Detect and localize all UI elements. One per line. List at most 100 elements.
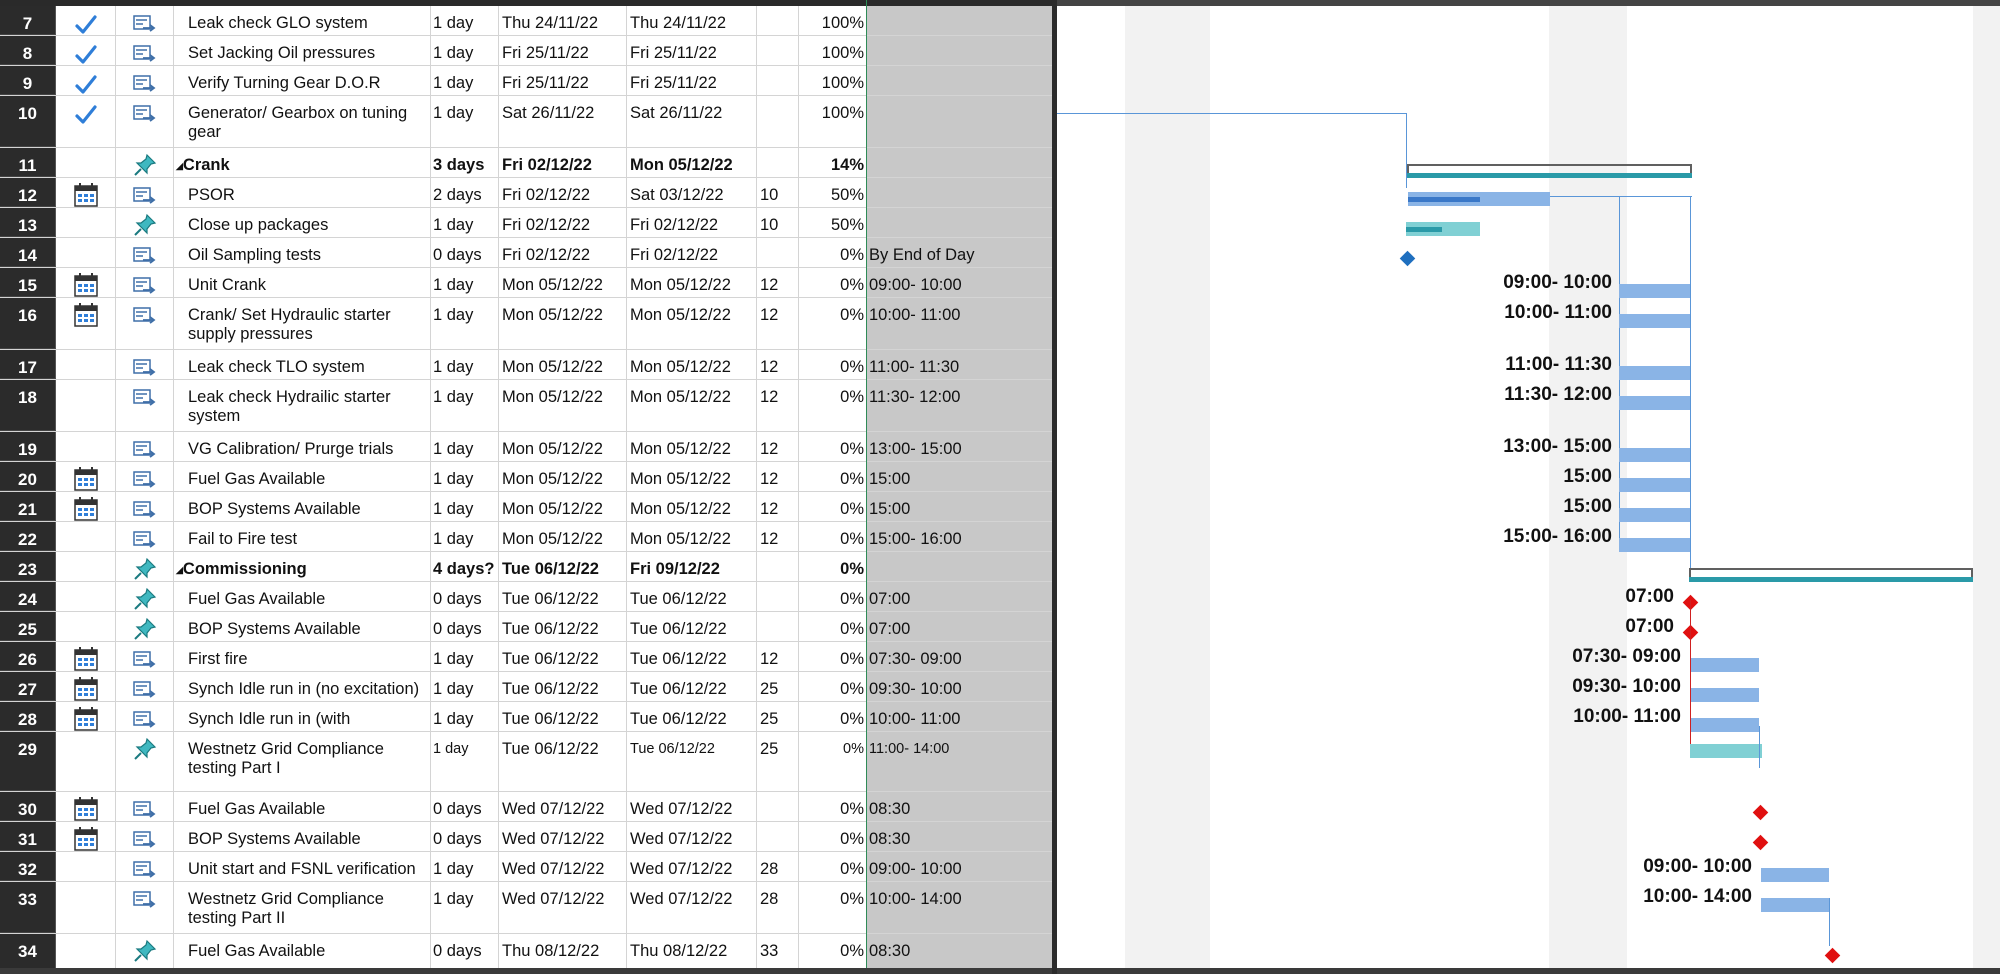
text-cell[interactable] — [867, 6, 1052, 35]
task-mode-cell[interactable] — [116, 148, 174, 177]
duration-cell[interactable]: 1 day — [431, 380, 499, 431]
percent-complete-cell[interactable]: 0% — [799, 380, 867, 431]
percent-complete-cell[interactable]: 0% — [799, 298, 867, 349]
table-row[interactable]: 27 Synch Idle run in (no excitation) 1 day… — [0, 672, 1052, 702]
task-name-cell[interactable]: Crank/ Set Hydraulic starter supply pres… — [174, 298, 431, 349]
duration-cell[interactable]: 4 days? — [431, 552, 499, 581]
start-cell[interactable]: Mon 05/12/22 — [499, 432, 627, 461]
row-id-cell[interactable]: 24 — [0, 582, 56, 611]
task-name-cell[interactable]: PSOR — [174, 178, 431, 207]
finish-cell[interactable]: Fri 02/12/22 — [627, 208, 757, 237]
table-row[interactable]: 18 Leak check Hydrailic starter system 1 d… — [0, 380, 1052, 432]
percent-complete-cell[interactable]: 0% — [799, 934, 867, 968]
text-cell[interactable] — [867, 96, 1052, 147]
task-mode-cell[interactable] — [116, 672, 174, 701]
start-cell[interactable]: Tue 06/12/22 — [499, 642, 627, 671]
predecessors-cell[interactable] — [757, 238, 799, 267]
predecessors-cell[interactable]: 28 — [757, 852, 799, 881]
duration-cell[interactable]: 1 day — [431, 208, 499, 237]
finish-cell[interactable]: Wed 07/12/22 — [627, 852, 757, 881]
text-cell[interactable]: By End of Day — [867, 238, 1052, 267]
finish-cell[interactable]: Tue 06/12/22 — [627, 612, 757, 641]
task-name-cell[interactable]: Fail to Fire test — [174, 522, 431, 551]
finish-cell[interactable]: Mon 05/12/22 — [627, 432, 757, 461]
percent-complete-cell[interactable]: 0% — [799, 732, 867, 791]
predecessors-cell[interactable]: 12 — [757, 350, 799, 379]
row-id-cell[interactable]: 29 — [0, 732, 56, 791]
predecessors-cell[interactable] — [757, 822, 799, 851]
percent-complete-cell[interactable]: 0% — [799, 702, 867, 731]
table-row[interactable]: 25 BOP Systems Available 0 days Tue 06/12/2… — [0, 612, 1052, 642]
duration-cell[interactable]: 1 day — [431, 732, 499, 791]
predecessors-cell[interactable]: 10 — [757, 208, 799, 237]
task-mode-cell[interactable] — [116, 432, 174, 461]
predecessors-cell[interactable] — [757, 552, 799, 581]
duration-cell[interactable]: 1 day — [431, 672, 499, 701]
finish-cell[interactable]: Mon 05/12/22 — [627, 350, 757, 379]
task-name-cell[interactable]: Fuel Gas Available — [174, 934, 431, 968]
text-cell[interactable]: 09:30- 10:00 — [867, 672, 1052, 701]
predecessors-cell[interactable] — [757, 96, 799, 147]
row-id-cell[interactable]: 15 — [0, 268, 56, 297]
row-id-cell[interactable]: 22 — [0, 522, 56, 551]
task-mode-cell[interactable] — [116, 178, 174, 207]
row-id-cell[interactable]: 21 — [0, 492, 56, 521]
text-cell[interactable] — [867, 66, 1052, 95]
task-mode-cell[interactable] — [116, 522, 174, 551]
task-mode-cell[interactable] — [116, 208, 174, 237]
table-row[interactable]: 20 Fuel Gas Available 1 day Mon 05/12/22 Mon… — [0, 462, 1052, 492]
finish-cell[interactable]: Wed 07/12/22 — [627, 822, 757, 851]
task-mode-cell[interactable] — [116, 882, 174, 933]
table-row[interactable]: 23 ◢Commissioning 4 days? Tue 06/12/22 Fri 0… — [0, 552, 1052, 582]
text-cell[interactable]: 10:00- 11:00 — [867, 298, 1052, 349]
finish-cell[interactable]: Tue 06/12/22 — [627, 672, 757, 701]
text-cell[interactable]: 10:00- 14:00 — [867, 882, 1052, 933]
predecessors-cell[interactable]: 25 — [757, 672, 799, 701]
start-cell[interactable]: Fri 25/11/22 — [499, 66, 627, 95]
text-cell[interactable]: 10:00- 11:00 — [867, 702, 1052, 731]
duration-cell[interactable]: 1 day — [431, 492, 499, 521]
task-name-cell[interactable]: ◢Crank — [174, 148, 431, 177]
percent-complete-cell[interactable]: 0% — [799, 852, 867, 881]
collapse-triangle-icon[interactable]: ◢ — [176, 565, 183, 575]
predecessors-cell[interactable]: 33 — [757, 934, 799, 968]
task-mode-cell[interactable] — [116, 822, 174, 851]
row-id-cell[interactable]: 10 — [0, 96, 56, 147]
table-row[interactable]: 21 BOP Systems Available 1 day Mon 05/12/22… — [0, 492, 1052, 522]
task-name-cell[interactable]: Unit start and FSNL verification — [174, 852, 431, 881]
table-row[interactable]: 34 Fuel Gas Available 0 days Thu 08/12/22 Th… — [0, 934, 1052, 968]
table-row[interactable]: 9 Verify Turning Gear D.O.R 1 day Fri 25/11… — [0, 66, 1052, 96]
task-mode-cell[interactable] — [116, 582, 174, 611]
text-cell[interactable] — [867, 552, 1052, 581]
predecessors-cell[interactable] — [757, 66, 799, 95]
row-id-cell[interactable]: 30 — [0, 792, 56, 821]
table-row[interactable]: 13 Close up packages 1 day Fri 02/12/22 Fri … — [0, 208, 1052, 238]
table-row[interactable]: 14 Oil Sampling tests 0 days Fri 02/12/22 Fr… — [0, 238, 1052, 268]
task-mode-cell[interactable] — [116, 380, 174, 431]
start-cell[interactable]: Fri 25/11/22 — [499, 36, 627, 65]
percent-complete-cell[interactable]: 50% — [799, 178, 867, 207]
finish-cell[interactable]: Sat 26/11/22 — [627, 96, 757, 147]
start-cell[interactable]: Fri 02/12/22 — [499, 208, 627, 237]
task-name-cell[interactable]: BOP Systems Available — [174, 492, 431, 521]
task-mode-cell[interactable] — [116, 492, 174, 521]
row-id-cell[interactable]: 13 — [0, 208, 56, 237]
start-cell[interactable]: Fri 02/12/22 — [499, 148, 627, 177]
task-name-cell[interactable]: Fuel Gas Available — [174, 462, 431, 491]
task-mode-cell[interactable] — [116, 96, 174, 147]
text-cell[interactable] — [867, 178, 1052, 207]
predecessors-cell[interactable]: 10 — [757, 178, 799, 207]
table-row[interactable]: 22 Fail to Fire test 1 day Mon 05/12/22 Mon … — [0, 522, 1052, 552]
table-row[interactable]: 8 Set Jacking Oil pressures 1 day Fri 25/11… — [0, 36, 1052, 66]
duration-cell[interactable]: 0 days — [431, 238, 499, 267]
table-row[interactable]: 32 Unit start and FSNL verification 1 day W… — [0, 852, 1052, 882]
duration-cell[interactable]: 1 day — [431, 66, 499, 95]
row-id-cell[interactable]: 17 — [0, 350, 56, 379]
start-cell[interactable]: Mon 05/12/22 — [499, 522, 627, 551]
percent-complete-cell[interactable]: 100% — [799, 36, 867, 65]
start-cell[interactable]: Mon 05/12/22 — [499, 462, 627, 491]
task-mode-cell[interactable] — [116, 852, 174, 881]
finish-cell[interactable]: Fri 25/11/22 — [627, 66, 757, 95]
task-name-cell[interactable]: Fuel Gas Available — [174, 792, 431, 821]
row-id-cell[interactable]: 26 — [0, 642, 56, 671]
